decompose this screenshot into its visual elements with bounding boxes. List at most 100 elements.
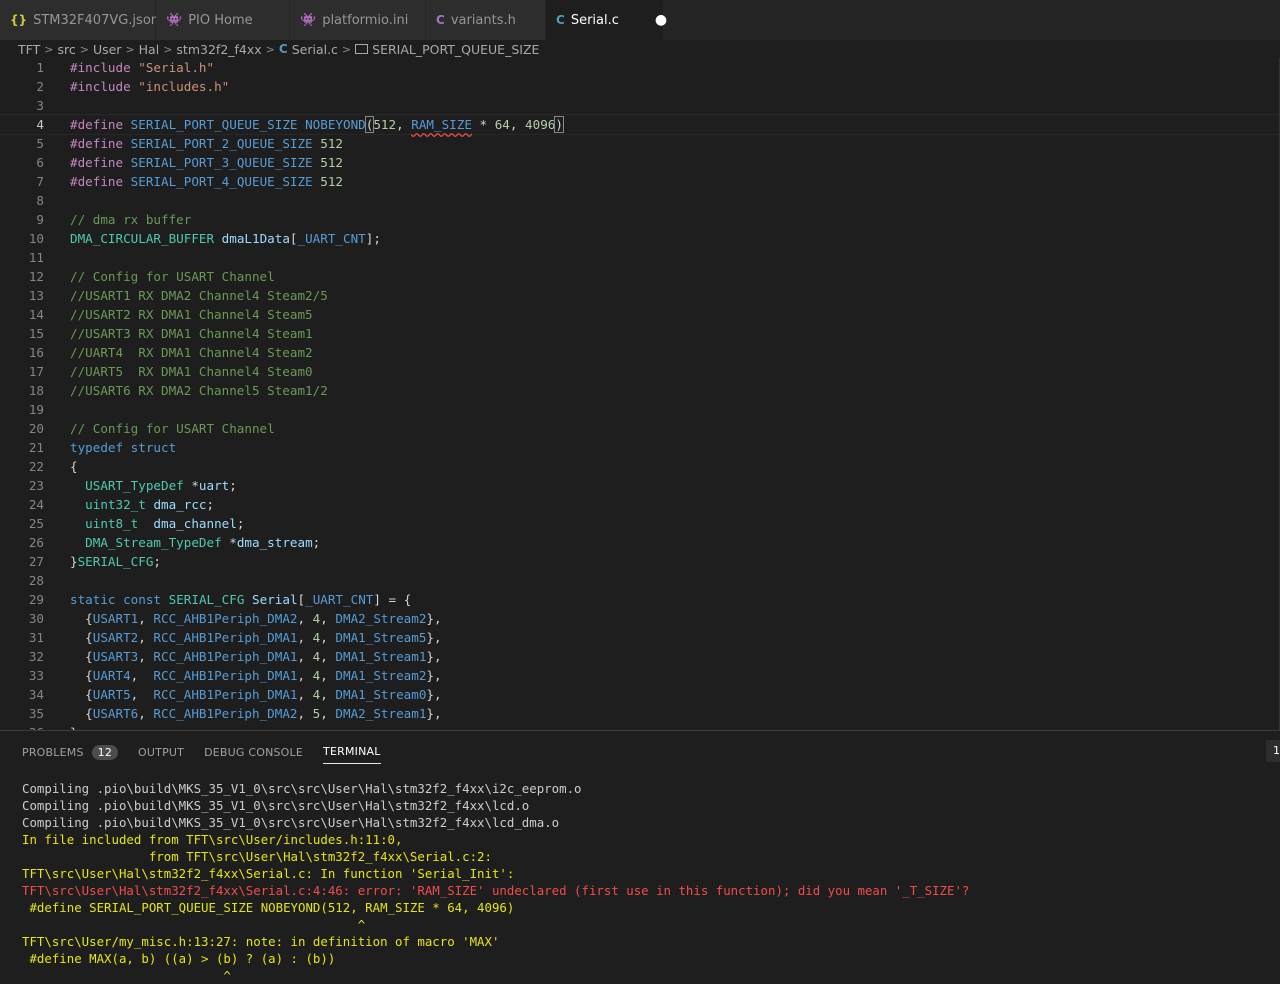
breadcrumb-item[interactable]: User [93,42,122,57]
code-line[interactable]: 2 #include "includes.h" [0,77,1280,96]
code-line[interactable]: 28 [0,571,1280,590]
code-line[interactable]: 14 //USART2 RX DMA1 Channel4 Steam5 [0,305,1280,324]
line-code: {USART6, RCC_AHB1Periph_DMA2, 5, DMA2_St… [70,704,441,723]
line-code: // Config for USART Channel [70,419,275,438]
panel-tab-label: PROBLEMS [22,745,84,759]
code-line[interactable]: 30 {USART1, RCC_AHB1Periph_DMA2, 4, DMA2… [0,609,1280,628]
code-line[interactable]: 16 //UART4 RX DMA1 Channel4 Steam2 [0,343,1280,362]
code-line[interactable]: 17 //UART5 RX DMA1 Channel4 Steam0 [0,362,1280,381]
code-token: NOBEYOND [305,117,366,132]
terminal-line: ^ [22,917,366,932]
code-line[interactable]: 19 [0,400,1280,419]
code-line[interactable]: 23 USART_TypeDef *uart; [0,476,1280,495]
breadcrumb-item[interactable]: stm32f2_f4xx [176,42,261,57]
editor-tab-4[interactable]: C Serial.c ● [546,0,667,40]
line-number: 15 [28,326,44,341]
line-number: 5 [36,136,44,151]
code-line[interactable]: 11 [0,248,1280,267]
code-line[interactable]: 8 [0,191,1280,210]
line-number: 23 [28,478,44,493]
code-token: SERIAL_CFG [77,554,154,569]
code-token: ; [312,535,321,550]
code-line[interactable]: 31 {USART2, RCC_AHB1Periph_DMA1, 4, DMA1… [0,628,1280,647]
tab-label: PIO Home [188,12,253,28]
unsaved-dot-icon[interactable]: ● [655,12,667,28]
panel-tab-problems[interactable]: PROBLEMS 12 [22,741,119,763]
editor-tab-2[interactable]: 👾 platformio.ini [290,0,426,40]
code-token: DMA2_Stream1 [335,706,427,721]
code-token: "Serial.h" [138,60,215,75]
code-line[interactable]: 12 // Config for USART Channel [0,267,1280,286]
code-line[interactable]: 1 #include "Serial.h" [0,58,1280,77]
code-token: USART6 [92,706,139,721]
panel-tab-output[interactable]: OUTPUT [138,741,184,763]
code-token: Serial [252,592,298,607]
code-token: RAM_SIZE [411,117,472,132]
code-line[interactable]: 33 {UART4, RCC_AHB1Periph_DMA1, 4, DMA1_… [0,666,1280,685]
code-token: //USART3 RX DMA1 Channel4 Steam1 [70,326,313,341]
line-code: // Config for USART Channel [70,267,275,286]
editor-tab-1[interactable]: 👾 PIO Home [156,0,290,40]
panel-tab-terminal[interactable]: TERMINAL [323,741,381,764]
panel-tab-label: TERMINAL [323,745,381,758]
code-line[interactable]: 13 //USART1 RX DMA2 Channel4 Steam2/5 [0,286,1280,305]
code-line[interactable]: 18 //USART6 RX DMA2 Channel5 Steam1/2 [0,381,1280,400]
code-line[interactable]: 21 typedef struct [0,438,1280,457]
breadcrumb-file[interactable]: Serial.c [292,42,338,57]
line-code: // dma rx buffer [70,210,191,229]
terminal-instance-number[interactable]: 1 [1266,740,1280,762]
code-line[interactable]: 26 DMA_Stream_TypeDef *dma_stream; [0,533,1280,552]
line-number: 28 [28,573,44,588]
code-token: , [297,668,313,683]
code-editor[interactable]: 1 #include "Serial.h" 2 #include "includes.… [0,58,1280,730]
code-line[interactable]: 27}SERIAL_CFG; [0,552,1280,571]
code-token: , [396,117,412,132]
code-line[interactable]: 3 [0,96,1280,115]
line-number: 6 [36,155,44,170]
code-line[interactable]: 4 #define SERIAL_PORT_QUEUE_SIZE NOBEYOND… [0,114,1280,135]
code-token: RCC_AHB1Periph_DMA1 [153,668,298,683]
code-line[interactable]: 35 {USART6, RCC_AHB1Periph_DMA2, 5, DMA2… [0,704,1280,723]
code-line[interactable]: 15 //USART3 RX DMA1 Channel4 Steam1 [0,324,1280,343]
code-line[interactable]: 7 #define SERIAL_PORT_4_QUEUE_SIZE 512 [0,172,1280,191]
code-token: { [70,668,93,683]
breadcrumb-symbol[interactable]: SERIAL_PORT_QUEUE_SIZE [372,42,539,57]
code-token: , [138,649,154,664]
code-token: ] = { [373,592,412,607]
code-line[interactable]: 32 {USART3, RCC_AHB1Periph_DMA1, 4, DMA1… [0,647,1280,666]
line-number: 34 [28,687,44,702]
chevron-right-icon: > [125,42,135,56]
code-token: , [297,611,313,626]
code-line[interactable]: 29 static const SERIAL_CFG Serial[_UART_C… [0,590,1280,609]
line-number: 25 [28,516,44,531]
line-code: typedef struct [70,438,176,457]
code-line[interactable]: 20 // Config for USART Channel [0,419,1280,438]
panel-tab-debug-console[interactable]: DEBUG CONSOLE [204,741,303,763]
editor-tab-3[interactable]: Cvariants.h [426,0,546,40]
code-line[interactable]: 22 { [0,457,1280,476]
code-line[interactable]: 10 DMA_CIRCULAR_BUFFER dmaL1Data[_UART_CN… [0,229,1280,248]
code-token: [ [297,592,306,607]
editor-tab-0[interactable]: {} STM32F407VG.json [0,0,159,40]
code-line[interactable]: 34 {UART5, RCC_AHB1Periph_DMA1, 4, DMA1_… [0,685,1280,704]
code-line[interactable]: 25 uint8_t dma_channel; [0,514,1280,533]
breadcrumb-item[interactable]: src [57,42,75,57]
code-line[interactable]: 9 // dma rx buffer [0,210,1280,229]
code-token: UART4 [92,668,131,683]
chevron-right-icon: > [265,42,275,56]
breadcrumb-item[interactable]: Hal [139,42,160,57]
code-line[interactable]: 5 #define SERIAL_PORT_2_QUEUE_SIZE 512 [0,134,1280,153]
breadcrumb-item[interactable]: TFT [18,42,40,57]
code-token: , [138,706,154,721]
code-line[interactable]: 36}; [0,723,1280,730]
line-code: //USART6 RX DMA2 Channel5 Steam1/2 [70,381,328,400]
code-line[interactable]: 6 #define SERIAL_PORT_3_QUEUE_SIZE 512 [0,153,1280,172]
code-token: dmaL1Data [221,231,290,246]
line-code: {UART5, RCC_AHB1Periph_DMA1, 4, DMA1_Str… [70,685,441,704]
code-line[interactable]: 24 uint32_t dma_rcc; [0,495,1280,514]
line-number: 21 [28,440,44,455]
code-token: // dma rx buffer [70,212,192,227]
